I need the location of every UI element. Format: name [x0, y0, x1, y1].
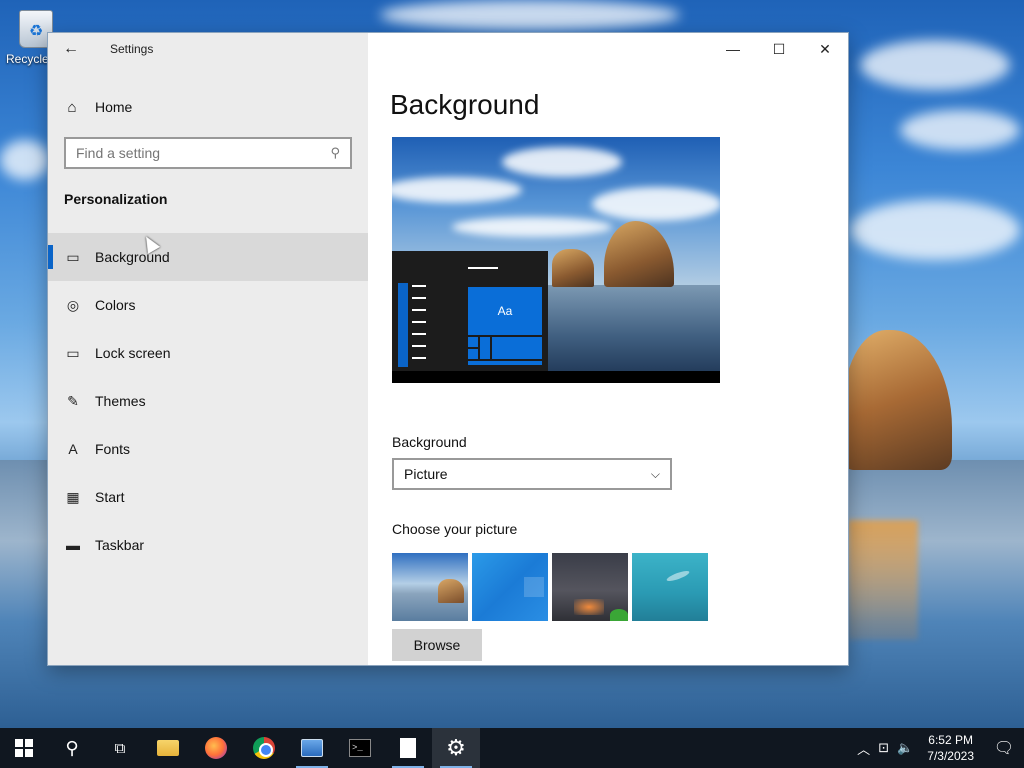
- sidebar-item-label: Background: [95, 249, 170, 265]
- sidebar-item-lock-screen[interactable]: ▭ Lock screen: [48, 329, 368, 377]
- personalization-nav: ▭ Background ◎ Colors ▭ Lock screen ✎ Th…: [48, 233, 368, 569]
- minimize-button[interactable]: —: [710, 33, 756, 65]
- start-button[interactable]: [0, 728, 48, 768]
- background-type-dropdown[interactable]: Picture ⌵: [392, 458, 672, 490]
- sidebar-item-start[interactable]: ▦ Start: [48, 473, 368, 521]
- task-view-icon: ⧉: [114, 739, 126, 757]
- chevron-up-icon[interactable]: ︿: [853, 739, 874, 758]
- sidebar-item-label: Themes: [95, 393, 146, 409]
- picture-thumbnail[interactable]: [632, 553, 708, 621]
- task-view-button[interactable]: ⧉: [96, 728, 144, 768]
- themes-icon: ✎: [67, 392, 79, 409]
- taskbar: ⚲ ⧉ >_ ⚙ ︿ ⊡ 🔈 6:52 PM 7/3/2023 🗨: [0, 728, 1024, 768]
- sidebar-item-colors[interactable]: ◎ Colors: [48, 281, 368, 329]
- chrome-button[interactable]: [240, 728, 288, 768]
- file-explorer-button[interactable]: [144, 728, 192, 768]
- back-arrow-icon: ←: [63, 40, 79, 57]
- preview-tile: Aa: [468, 287, 542, 335]
- start-menu-preview: Aa: [392, 251, 548, 371]
- chevron-down-icon: ⌵: [650, 466, 660, 481]
- fonts-icon: A: [68, 441, 78, 457]
- background-type-value: Picture: [404, 466, 448, 482]
- command-prompt-button[interactable]: >_: [336, 728, 384, 768]
- search-icon[interactable]: ⚲: [330, 145, 340, 161]
- sidebar-item-label: Lock screen: [95, 345, 171, 361]
- clock-date: 7/3/2023: [927, 749, 974, 763]
- sidebar-item-label: Taskbar: [95, 537, 145, 553]
- volume-muted-icon[interactable]: 🔈: [893, 740, 917, 756]
- folder-icon: [157, 740, 179, 756]
- picture-thumbnail[interactable]: [552, 553, 628, 621]
- sidebar-item-background[interactable]: ▭ Background: [48, 233, 368, 281]
- lock-screen-icon: ▭: [66, 344, 80, 361]
- search-icon: ⚲: [65, 737, 79, 758]
- picture-thumbnail[interactable]: [472, 553, 548, 621]
- clock[interactable]: 6:52 PM 7/3/2023: [917, 732, 984, 764]
- close-button[interactable]: ✕: [802, 33, 848, 65]
- back-button[interactable]: ←: [48, 33, 94, 65]
- home-label: Home: [95, 99, 133, 115]
- notification-button[interactable]: 🗨: [984, 728, 1024, 768]
- page-title: Background: [390, 89, 540, 120]
- settings-sidebar: ← Settings ⌂ Home ⚲ Personalization ▭ Ba…: [48, 33, 368, 665]
- clock-time: 6:52 PM: [928, 733, 973, 747]
- browse-button[interactable]: Browse: [392, 629, 482, 661]
- chrome-icon: [253, 737, 275, 759]
- window-controls: — ☐ ✕: [710, 33, 848, 65]
- firefox-button[interactable]: [192, 728, 240, 768]
- taskbar-icon: ▬: [66, 537, 80, 553]
- command-prompt-icon: >_: [349, 739, 371, 757]
- sidebar-item-label: Start: [95, 489, 125, 505]
- search-input[interactable]: [76, 145, 316, 161]
- remote-desktop-icon: [301, 739, 323, 757]
- search-taskbar-button[interactable]: ⚲: [48, 728, 96, 768]
- firefox-icon: [205, 737, 227, 759]
- sidebar-item-themes[interactable]: ✎ Themes: [48, 377, 368, 425]
- picture-thumbnails: [392, 553, 708, 621]
- settings-taskbar-button[interactable]: ⚙: [432, 728, 480, 768]
- network-icon[interactable]: ⊡: [874, 740, 893, 756]
- remote-desktop-button[interactable]: [288, 728, 336, 768]
- document-icon: [400, 738, 416, 758]
- system-tray: ︿ ⊡ 🔈 6:52 PM 7/3/2023 🗨: [853, 728, 1024, 768]
- sidebar-item-taskbar[interactable]: ▬ Taskbar: [48, 521, 368, 569]
- sidebar-item-label: Colors: [95, 297, 136, 313]
- picture-icon: ▭: [66, 248, 80, 265]
- gear-icon: ⚙: [446, 735, 466, 760]
- settings-window: ← Settings ⌂ Home ⚲ Personalization ▭ Ba…: [48, 33, 848, 665]
- sidebar-item-label: Fonts: [95, 441, 131, 457]
- section-heading: Personalization: [64, 191, 168, 207]
- palette-icon: ◎: [66, 296, 80, 313]
- sidebar-item-fonts[interactable]: A Fonts: [48, 425, 368, 473]
- notification-icon: 🗨: [993, 740, 1015, 757]
- window-title: Settings: [110, 42, 154, 56]
- home-icon: ⌂: [67, 98, 77, 116]
- windows-logo-icon: [15, 739, 33, 757]
- start-icon: ▦: [66, 488, 80, 505]
- title-bar: ← Settings: [48, 33, 368, 65]
- background-preview: Aa: [392, 137, 720, 383]
- search-box[interactable]: ⚲: [64, 137, 352, 169]
- home-nav-item[interactable]: ⌂ Home: [48, 89, 368, 125]
- choose-picture-label: Choose your picture: [392, 521, 518, 537]
- notepad-button[interactable]: [384, 728, 432, 768]
- background-type-label: Background: [392, 434, 467, 450]
- picture-thumbnail[interactable]: [392, 553, 468, 621]
- maximize-button[interactable]: ☐: [756, 33, 802, 65]
- settings-content: — ☐ ✕ Background Aa Background Picture ⌵…: [368, 33, 848, 665]
